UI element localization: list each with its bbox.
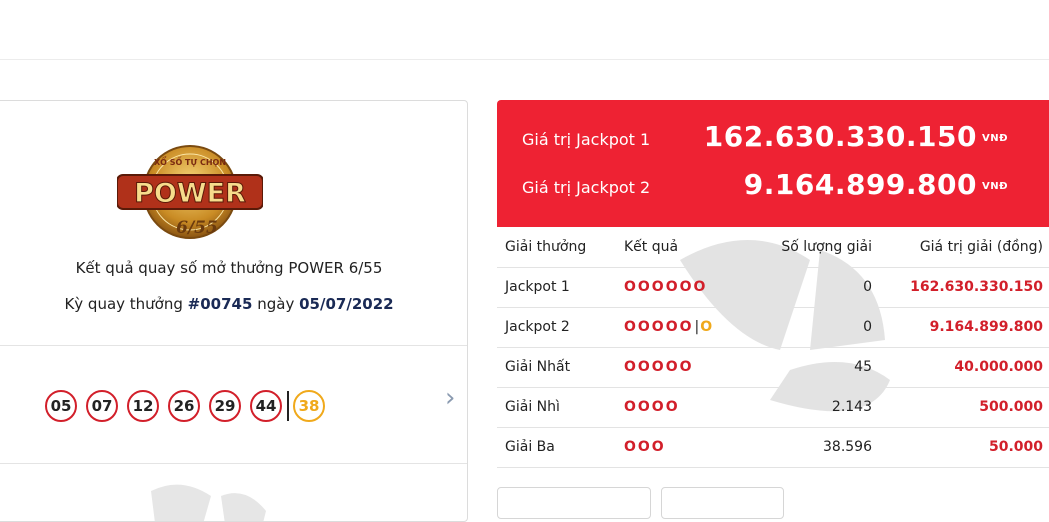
draw-number: #00745	[187, 295, 253, 313]
top-header-bar	[0, 0, 1049, 60]
ball-6: 44	[250, 390, 282, 422]
prize-count: 0	[863, 319, 872, 335]
jackpot-1-label: Giá trị Jackpot 1	[522, 130, 651, 149]
table-header: Giải thưởng Kết quả Số lượng giải Giá tr…	[497, 228, 1049, 268]
prize-result: OOOOOO	[624, 279, 708, 295]
prize-count: 38.596	[823, 439, 872, 455]
date-prefix: ngày	[257, 295, 295, 313]
table-row: Jackpot 2 OOOOO|O 0 9.164.899.800	[497, 308, 1049, 348]
ball-5: 29	[209, 390, 241, 422]
prize-result: OOOOO|O	[624, 319, 715, 335]
prize-name: Giải Nhì	[505, 399, 560, 415]
result-title: Kết quả quay số mở thưởng POWER 6/55	[75, 259, 383, 277]
prize-name: Jackpot 1	[505, 279, 570, 295]
ball-1: 05	[45, 390, 77, 422]
table-row: Giải Nhì OOOO 2.143 500.000	[497, 388, 1049, 428]
prize-value: 50.000	[988, 439, 1043, 455]
table-row: Jackpot 1 OOOOOO 0 162.630.330.150	[497, 268, 1049, 308]
svg-text:6/55: 6/55	[176, 218, 218, 238]
prize-table: Giải thưởng Kết quả Số lượng giải Giá tr…	[497, 228, 1049, 468]
winning-balls: 05 07 12 26 29 44 38	[45, 388, 334, 424]
ball-2: 07	[86, 390, 118, 422]
prize-value: 9.164.899.800	[929, 319, 1043, 335]
watermark-shape	[151, 484, 266, 521]
table-row: Giải Ba OOO 38.596 50.000	[497, 428, 1049, 468]
prize-result: OOOO	[624, 399, 680, 415]
bonus-ball: 38	[293, 390, 325, 422]
draw-info: Kỳ quay thưởng #00745 ngày 05/07/2022	[0, 295, 467, 313]
draw-prefix: Kỳ quay thưởng	[64, 295, 183, 313]
currency-unit: VNĐ	[982, 132, 1008, 144]
jackpot-2-value: 9.164.899.800 VNĐ	[743, 168, 1008, 201]
table-row: Giải Nhất OOOOO 45 40.000.000	[497, 348, 1049, 388]
prize-name: Jackpot 2	[505, 319, 570, 335]
jackpot-1-value: 162.630.330.150 VNĐ	[703, 120, 1008, 153]
divider	[0, 463, 467, 464]
bonus-separator	[287, 391, 289, 421]
power-655-logo: XỔ SỐ TỰ CHỌN POWER 6/55	[117, 145, 263, 239]
svg-text:POWER: POWER	[134, 178, 246, 209]
prize-value: 500.000	[979, 399, 1043, 415]
currency-unit: VNĐ	[982, 180, 1008, 192]
draw-date: 05/07/2022	[299, 295, 394, 313]
prize-name: Giải Ba	[505, 439, 555, 455]
divider	[0, 345, 467, 346]
header-count: Số lượng giải	[781, 239, 872, 255]
tab-button[interactable]	[497, 487, 651, 519]
prize-value: 162.630.330.150	[910, 279, 1043, 295]
chevron-right-icon[interactable]: ›	[445, 385, 455, 411]
tab-button[interactable]	[661, 487, 784, 519]
prize-count: 0	[863, 279, 872, 295]
prize-result: OOO	[624, 439, 666, 455]
jackpot-2-label: Giá trị Jackpot 2	[522, 178, 651, 197]
prize-name: Giải Nhất	[505, 359, 571, 375]
bonus-marker: O	[700, 319, 715, 335]
prize-result: OOOOO	[624, 359, 694, 375]
jackpot-summary: Giá trị Jackpot 1 162.630.330.150 VNĐ Giá…	[497, 100, 1049, 227]
header-prize: Giải thưởng	[505, 239, 587, 255]
ball-3: 12	[127, 390, 159, 422]
header-result: Kết quả	[624, 239, 679, 255]
ball-4: 26	[168, 390, 200, 422]
draw-result-card: XỔ SỐ TỰ CHỌN POWER 6/55 Kết quả quay số…	[0, 100, 468, 522]
prize-count: 2.143	[831, 399, 872, 415]
prize-count: 45	[854, 359, 872, 375]
header-value: Giá trị giải (đồng)	[919, 239, 1043, 255]
prize-value: 40.000.000	[954, 359, 1043, 375]
